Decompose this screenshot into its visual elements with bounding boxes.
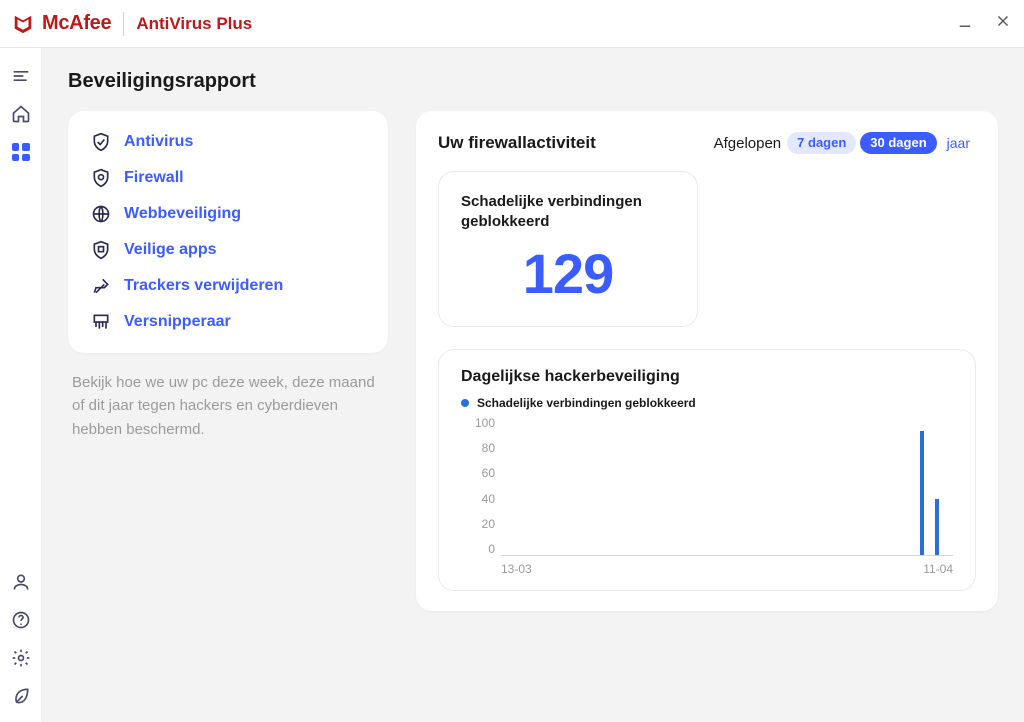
close-button[interactable] — [994, 12, 1012, 35]
y-axis-ticks: 100806040200 — [461, 416, 495, 556]
x-axis-ticks: 13-0311-04 — [501, 558, 953, 576]
period-prefix: Afgelopen — [714, 135, 782, 152]
period-year[interactable]: jaar — [941, 131, 976, 155]
window-controls — [956, 12, 1012, 35]
account-icon[interactable] — [9, 570, 33, 594]
leaf-icon[interactable] — [9, 684, 33, 708]
chart-bar — [935, 499, 939, 555]
nav-label: Trackers verwijderen — [124, 277, 283, 295]
menu-icon[interactable] — [9, 64, 33, 88]
brand-name: McAfee — [42, 12, 111, 35]
categories-card: Antivirus Firewall Webbeveiliging V — [68, 111, 388, 353]
nav-label: Veilige apps — [124, 241, 216, 259]
nav-label: Webbeveiliging — [124, 205, 241, 223]
mcafee-logo-icon — [12, 13, 34, 35]
title-divider — [123, 12, 124, 36]
help-icon[interactable] — [9, 608, 33, 632]
helper-text: Bekijk hoe we uw pc deze week, deze maan… — [68, 371, 388, 441]
titlebar: McAfee AntiVirus Plus — [0, 0, 1024, 48]
firewall-activity-card: Uw firewallactiviteit Afgelopen 7 dagen … — [416, 111, 998, 611]
firewall-shield-icon — [90, 167, 112, 189]
nav-webbeveiliging[interactable]: Webbeveiliging — [90, 203, 366, 225]
period-selector: Afgelopen 7 dagen 30 dagen jaar — [714, 131, 976, 155]
nav-versnipperaar[interactable]: Versnipperaar — [90, 311, 366, 333]
daily-protection-chart: Dagelijkse hackerbeveiliging Schadelijke… — [438, 349, 976, 591]
minimize-button[interactable] — [956, 12, 974, 35]
nav-label: Versnipperaar — [124, 313, 231, 331]
firewall-title: Uw firewallactiviteit — [438, 133, 596, 153]
home-icon[interactable] — [9, 102, 33, 126]
stat-value: 129 — [461, 241, 675, 306]
main-content: Beveiligingsrapport Antivirus Firewall — [42, 48, 1024, 722]
chart-title: Dagelijkse hackerbeveiliging — [461, 368, 953, 386]
settings-gear-icon[interactable] — [9, 646, 33, 670]
legend-dot-icon — [461, 399, 469, 407]
brand-area: McAfee — [12, 12, 111, 35]
nav-label: Antivirus — [124, 133, 193, 151]
category-list: Antivirus Firewall Webbeveiliging V — [90, 131, 366, 333]
nav-firewall[interactable]: Firewall — [90, 167, 366, 189]
dashboard-grid-icon[interactable] — [9, 140, 33, 164]
stat-label: Schadelijke verbindingen geblokkeerd — [461, 192, 675, 231]
shield-check-icon — [90, 131, 112, 153]
secure-apps-icon — [90, 239, 112, 261]
chart-area: 100806040200 13-0311-04 — [461, 416, 953, 576]
period-30-days[interactable]: 30 dagen — [860, 132, 936, 155]
broom-icon — [90, 275, 112, 297]
nav-label: Firewall — [124, 169, 184, 187]
shredder-icon — [90, 311, 112, 333]
globe-lock-icon — [90, 203, 112, 225]
blocked-connections-stat: Schadelijke verbindingen geblokkeerd 129 — [438, 171, 698, 327]
period-7-days[interactable]: 7 dagen — [787, 132, 856, 155]
nav-trackers[interactable]: Trackers verwijderen — [90, 275, 366, 297]
nav-antivirus[interactable]: Antivirus — [90, 131, 366, 153]
side-rail — [0, 48, 42, 722]
chart-plot — [501, 416, 953, 556]
product-name: AntiVirus Plus — [136, 14, 252, 34]
legend-label: Schadelijke verbindingen geblokkeerd — [477, 396, 696, 410]
chart-bar — [920, 431, 924, 555]
nav-veilige-apps[interactable]: Veilige apps — [90, 239, 366, 261]
page-title: Beveiligingsrapport — [68, 70, 998, 93]
chart-legend: Schadelijke verbindingen geblokkeerd — [461, 396, 953, 410]
